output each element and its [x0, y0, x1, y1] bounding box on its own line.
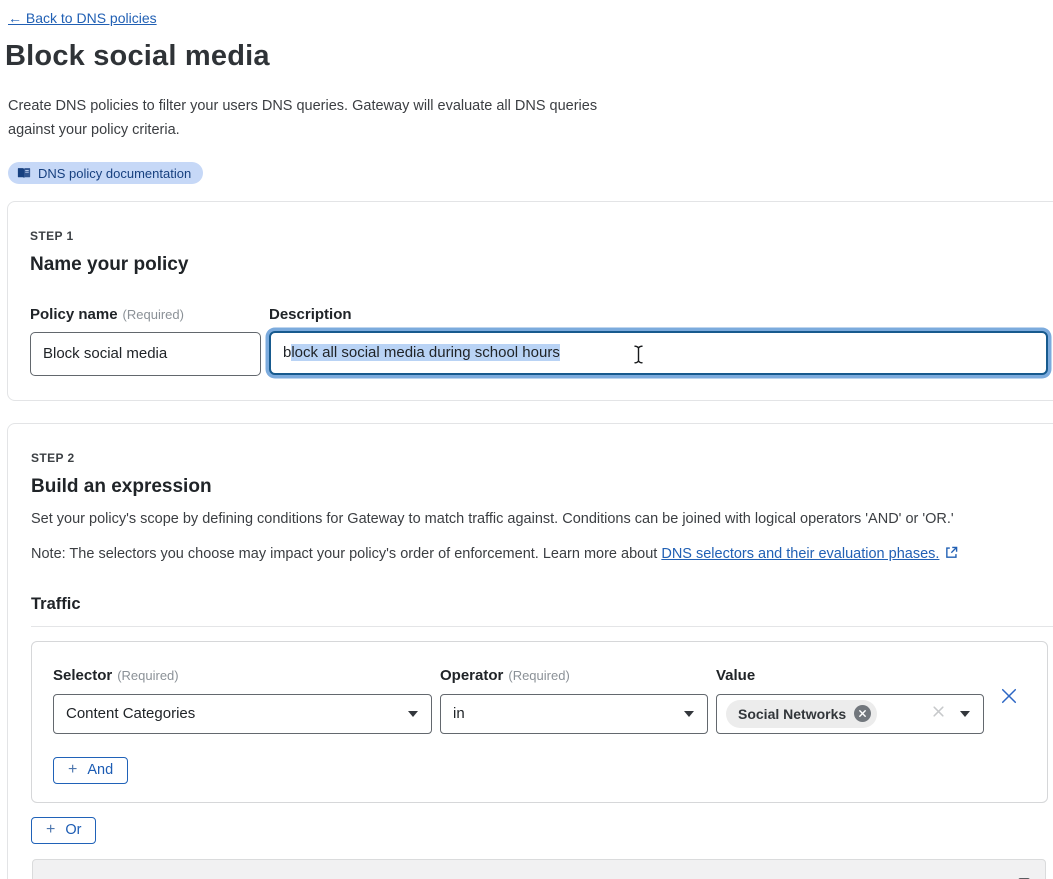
- value-dropdown-controls: [932, 705, 970, 722]
- text-cursor-icon: [633, 345, 644, 368]
- plus-icon: +: [68, 761, 77, 779]
- policy-name-input[interactable]: [30, 332, 261, 376]
- policy-name-label: Policy name (Required): [30, 306, 261, 324]
- add-and-condition-button[interactable]: + And: [53, 757, 128, 784]
- plus-icon: +: [46, 821, 55, 839]
- description-label: Description: [269, 306, 1048, 324]
- step1-card: STEP 1 Name your policy Policy name (Requ…: [7, 201, 1053, 401]
- traffic-divider: [31, 626, 1053, 627]
- chevron-down-icon: [408, 711, 418, 717]
- description-input[interactable]: block all social media during school hou…: [269, 331, 1048, 375]
- policy-name-field-group: Policy name (Required): [30, 306, 261, 376]
- operator-required-hint: (Required): [508, 668, 569, 683]
- policy-name-required-hint: (Required): [123, 307, 184, 322]
- remove-tag-icon[interactable]: [854, 705, 871, 722]
- description-text-selected: lock all social media during school hour…: [291, 344, 559, 361]
- step2-heading: Build an expression: [31, 476, 1048, 498]
- chevron-down-icon: [960, 711, 970, 717]
- step2-label: STEP 2: [31, 451, 1048, 465]
- back-to-dns-policies-link[interactable]: ← Back to DNS policies: [8, 10, 157, 26]
- value-multiselect[interactable]: Social Networks: [716, 694, 984, 734]
- value-label-text: Value: [716, 667, 755, 684]
- step1-label: STEP 1: [30, 229, 1048, 243]
- step2-intro-text: Set your policy's scope by defining cond…: [31, 508, 1048, 530]
- operator-label-text: Operator: [440, 667, 503, 684]
- book-icon: [17, 167, 31, 180]
- selector-field-group: Selector (Required) Content Categories: [53, 667, 432, 734]
- step1-heading: Name your policy: [30, 254, 1048, 276]
- chevron-down-icon: [684, 711, 694, 717]
- value-field-group: Value Social Networks: [716, 667, 984, 734]
- condition-panel: Selector (Required) Content Categories Op…: [31, 641, 1048, 803]
- doc-badge-label: DNS policy documentation: [38, 166, 191, 181]
- operator-dropdown-value: in: [453, 705, 465, 722]
- selector-required-hint: (Required): [117, 668, 178, 683]
- description-label-text: Description: [269, 306, 352, 323]
- or-button-label: Or: [65, 822, 81, 838]
- description-field-group: Description block all social media durin…: [269, 306, 1048, 376]
- external-link-icon[interactable]: [945, 546, 958, 563]
- add-or-condition-button[interactable]: + Or: [31, 817, 96, 844]
- page-title: Block social media: [5, 40, 1053, 73]
- operator-field-group: Operator (Required) in: [440, 667, 708, 734]
- description-text-unselected: b: [283, 344, 291, 361]
- value-label: Value: [716, 667, 984, 685]
- selector-dropdown-value: Content Categories: [66, 705, 195, 722]
- page-header: ← Back to DNS policies Block social medi…: [0, 0, 1053, 185]
- value-tag-social-networks: Social Networks: [726, 700, 877, 728]
- step2-card: STEP 2 Build an expression Set your poli…: [7, 423, 1053, 879]
- dns-policy-documentation-badge[interactable]: DNS policy documentation: [8, 162, 203, 184]
- operator-dropdown[interactable]: in: [440, 694, 708, 734]
- page-intro-text: Create DNS policies to filter your users…: [8, 94, 608, 142]
- operator-label: Operator (Required): [440, 667, 708, 685]
- value-tag-label: Social Networks: [738, 706, 846, 722]
- selector-label-text: Selector: [53, 667, 112, 684]
- traffic-section-heading: Traffic: [31, 595, 1048, 614]
- and-button-label: And: [87, 762, 113, 778]
- selector-label: Selector (Required): [53, 667, 432, 685]
- selector-dropdown[interactable]: Content Categories: [53, 694, 432, 734]
- dns-policy-editor-page: ← Back to DNS policies Block social medi…: [0, 0, 1053, 879]
- policy-name-label-text: Policy name: [30, 306, 118, 323]
- step2-note-text: Note: The selectors you choose may impac…: [31, 546, 1048, 563]
- condition-row: Selector (Required) Content Categories Op…: [53, 667, 1047, 734]
- delete-condition-button[interactable]: [1001, 676, 1017, 716]
- expression-preview-block: any(dns.content_category[*] in {149}): [32, 859, 1046, 879]
- step1-fields-row: Policy name (Required) Description block …: [30, 306, 1048, 376]
- clear-value-icon[interactable]: [932, 705, 945, 722]
- dns-selectors-link[interactable]: DNS selectors and their evaluation phase…: [661, 546, 939, 562]
- note-prefix-text: Note: The selectors you choose may impac…: [31, 546, 661, 562]
